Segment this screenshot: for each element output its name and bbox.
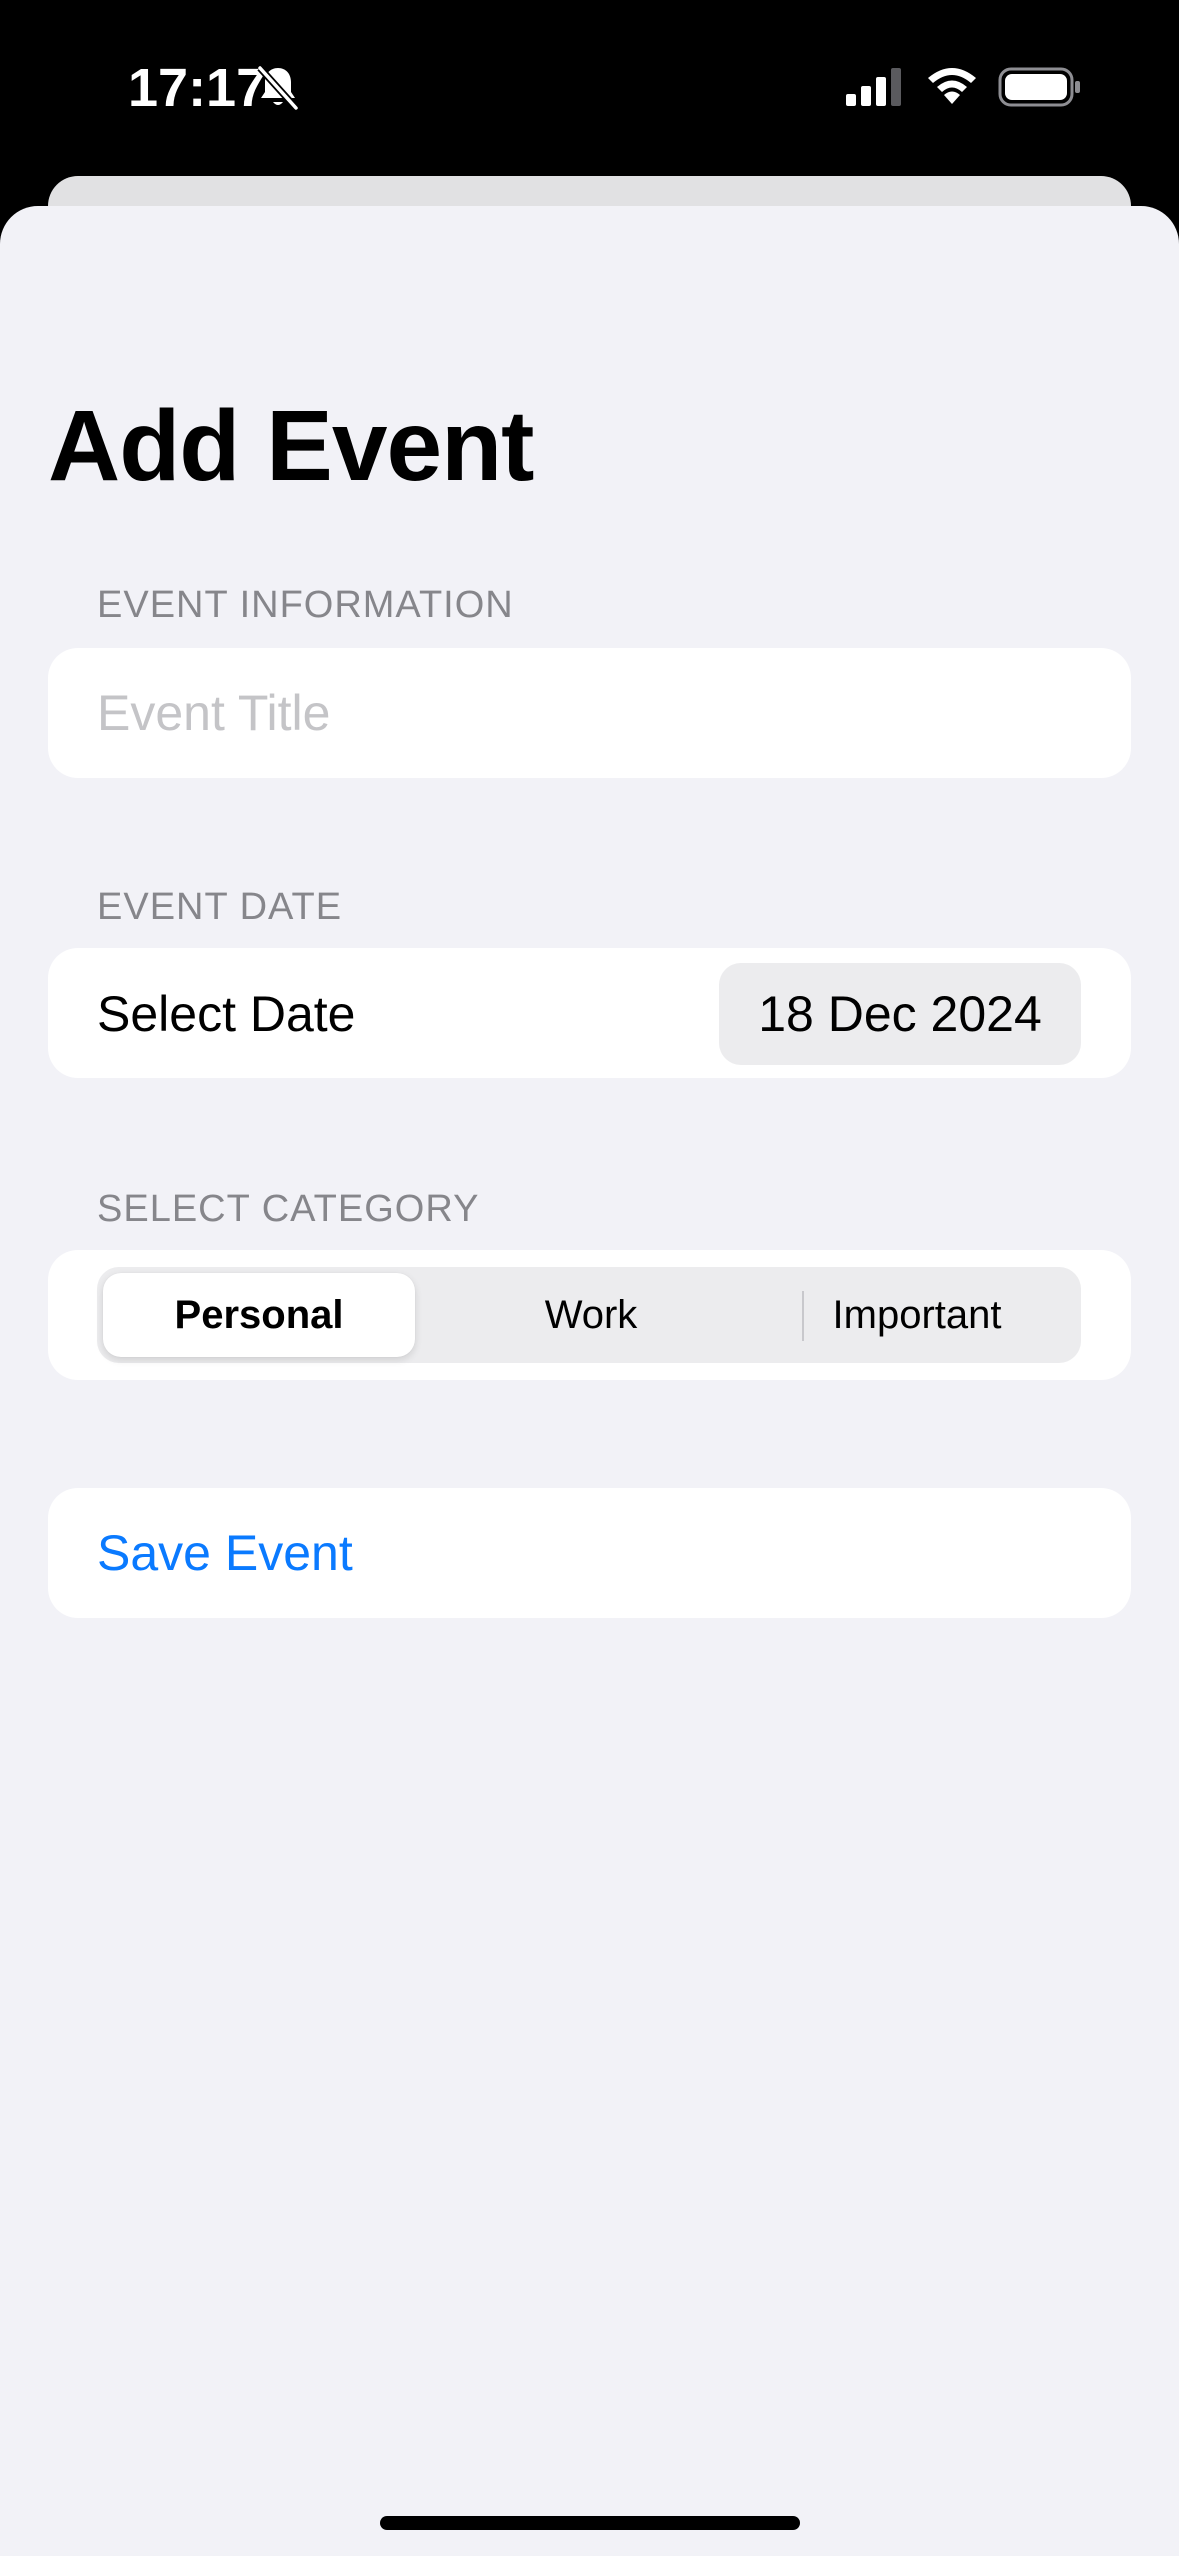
category-segment-personal[interactable]: Personal	[103, 1273, 415, 1357]
event-information-card	[48, 648, 1131, 778]
category-segment-important[interactable]: Important	[753, 1267, 1081, 1363]
status-time: 17:17	[128, 58, 267, 118]
section-header-event-date: EVENT DATE	[97, 886, 343, 928]
wifi-icon	[928, 68, 976, 104]
category-segmented-control: Personal Work Important	[97, 1267, 1081, 1363]
home-indicator	[380, 2516, 800, 2530]
section-header-event-information: EVENT INFORMATION	[97, 584, 514, 626]
status-bar: 17:17	[0, 0, 1179, 176]
battery-icon	[998, 67, 1080, 107]
page-title: Add Event	[48, 390, 534, 502]
save-event-button[interactable]: Save Event	[97, 1524, 353, 1582]
save-event-card: Save Event	[48, 1488, 1131, 1618]
bell-slash-icon	[257, 65, 299, 111]
add-event-sheet	[0, 206, 1179, 2556]
select-date-label: Select Date	[97, 986, 356, 1042]
category-card: Personal Work Important	[48, 1250, 1131, 1380]
event-date-card: Select Date 18 Dec 2024	[48, 948, 1131, 1078]
cellular-signal-icon	[846, 68, 901, 106]
category-segment-work[interactable]: Work	[427, 1267, 755, 1363]
section-header-select-category: SELECT CATEGORY	[97, 1188, 480, 1230]
date-picker-button[interactable]: 18 Dec 2024	[719, 963, 1081, 1065]
event-title-input[interactable]	[97, 648, 1097, 778]
